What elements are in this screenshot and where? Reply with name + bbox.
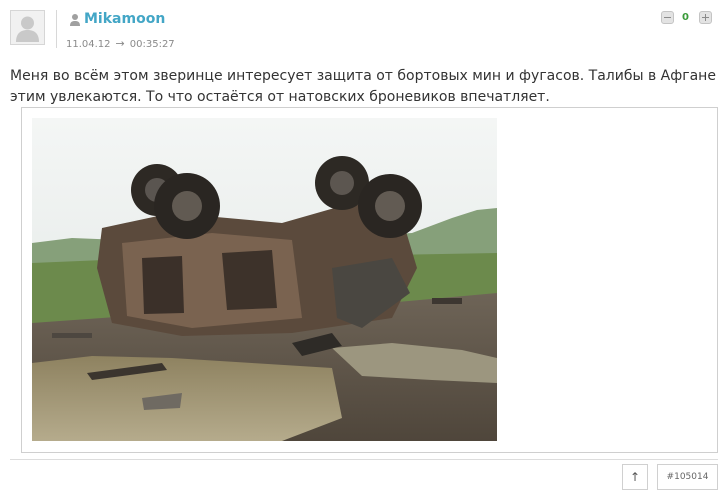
user-icon <box>70 14 80 26</box>
image-frame <box>21 107 718 453</box>
comment-timestamp: 11.04.12 → 00:35:27 <box>66 37 175 50</box>
vote-up-button[interactable] <box>699 11 712 24</box>
vote-down-button[interactable] <box>661 11 674 24</box>
scroll-up-button[interactable]: ↑ <box>622 464 648 490</box>
footer-divider <box>10 459 718 460</box>
comment-time: 00:35:27 <box>129 39 175 50</box>
comment-id-link[interactable]: #105014 <box>657 464 718 490</box>
avatar[interactable] <box>10 10 45 45</box>
header-divider <box>56 10 57 48</box>
comment-text: Меня во всём этом зверинце интересует за… <box>10 68 716 105</box>
username-link[interactable]: Mikamoon <box>84 11 165 27</box>
avatar-placeholder-icon <box>16 16 39 42</box>
attached-photo[interactable] <box>32 118 497 441</box>
comment-date: 11.04.12 <box>66 39 111 50</box>
right-arrow-icon: → <box>115 37 125 50</box>
comment-score: 0 <box>682 12 689 23</box>
